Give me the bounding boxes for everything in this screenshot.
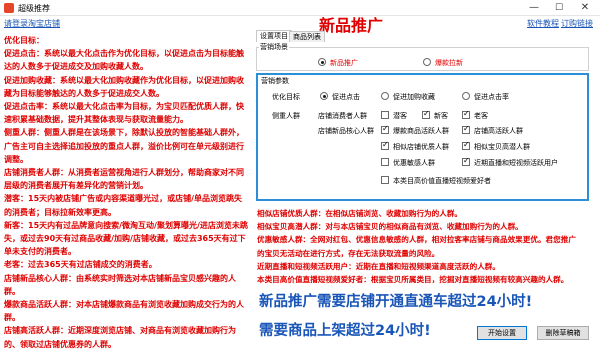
consumer-option-new-label: 新客 (434, 112, 448, 120)
note-paragraph: 近期直播和短视频活跃用户：近期在直播和短视频渠道高度活跃的人群。 (257, 261, 500, 271)
help-paragraph: 促进加购收藏：系统以最大化加购收藏作为优化目标，以促进加购收藏为目标能够触达的人… (4, 75, 244, 98)
tab-product-list[interactable]: 商品列表 (289, 31, 325, 42)
crowd-label: 侧重人群 (272, 112, 300, 120)
note-paragraph: 优惠敏感人群：全网对红包、优惠信息敏感的人群，相对拉客率店铺与商品效果更优。君您… (257, 235, 576, 245)
note-paragraph: 相似店铺优质人群：在相似店铺浏览、收藏加购行为的人群。 (257, 209, 463, 218)
goal-radio-ctr[interactable] (462, 92, 470, 100)
core-option-active-store-label: 店铺高活跃人群 (474, 127, 523, 135)
login-link[interactable]: 请登录淘宝店铺 (4, 18, 60, 29)
params-group-label: 营销参数 (260, 76, 290, 86)
core-checkbox-hot-items[interactable] (381, 124, 389, 134)
delete-draft-button[interactable]: 删除草稿箱 (537, 326, 589, 340)
scene-radio-hot[interactable] (423, 58, 431, 66)
help-paragraph: 新客：15天内有过品牌意向搜索/微淘互动/聚划算曝光/进店浏览未跳失，或过去90… (4, 220, 248, 257)
consumer-option-old-label: 老客 (474, 112, 488, 120)
page-heading: 新品推广 (319, 16, 384, 35)
scene-group (256, 47, 589, 71)
note-paragraph: 本类目高价值直播短视频爱好者：根据宝贝所属类目，挖掘对直播短视频有较高兴趣的人群… (257, 275, 569, 285)
help-paragraph: 优化目标： (4, 36, 44, 45)
help-paragraph: 爆款商品活跃人群：对本店铺爆款商品有浏览收藏加购成交行为的人群。 (4, 300, 244, 323)
core-checkbox-live-video[interactable] (462, 156, 470, 166)
subscribe-link[interactable]: 订购链接 (561, 18, 593, 29)
help-paragraph: 侧重人群：侧重人群是在该场景下，除默认投放的智能基础人群外，广告主可自主选择追加… (4, 128, 244, 164)
consumer-crowd-label: 店铺消费者人群 (318, 112, 367, 120)
tab-settings[interactable]: 设置项目 (256, 30, 292, 42)
start-setup-button[interactable]: 开始设置 (477, 326, 527, 340)
requirement-note-listing: 需要商品上架超过24小时! (259, 323, 431, 339)
help-paragraph: 店铺高活跃人群：近期深度浏览店铺、对商品有浏览收藏加购行为的、领取过店铺优惠券的… (4, 326, 236, 349)
right-help-text: 相似店铺优质人群：在相似店铺浏览、收藏加购行为的人群。 相似宝贝高潜人群：对与本… (257, 207, 597, 286)
goal-option-click-label: 促进点击 (332, 93, 360, 101)
help-paragraph: 促进点击率：系统以最大化点击率为目标，为宝贝匹配优质人群，快速积累基础数据，提升… (4, 102, 244, 125)
consumer-checkbox-new[interactable] (422, 109, 430, 119)
core-checkbox-active-store[interactable] (462, 124, 470, 134)
maximize-button[interactable]: ☐ (546, 1, 572, 15)
minimize-button[interactable]: — (521, 1, 547, 15)
core-checkbox-category-live[interactable] (381, 176, 389, 184)
core-option-similar-store-label: 相似店铺优质人群 (393, 143, 449, 151)
goal-label: 优化目标 (272, 93, 300, 101)
scene-option-hot-label: 爆款拉新 (435, 59, 463, 67)
app-icon (4, 3, 14, 13)
goal-radio-click[interactable] (320, 92, 328, 100)
core-option-hot-items-label: 爆款商品活跃人群 (393, 127, 449, 135)
core-checkbox-discount[interactable] (381, 158, 389, 166)
note-paragraph: 的宝贝无活动在进行方式，存在无法获取流量的风险。 (257, 248, 440, 258)
consumer-option-prospect-label: 潜客 (393, 112, 407, 120)
goal-option-cart-label: 促进加购收藏 (393, 93, 435, 101)
goal-radio-cart[interactable] (381, 92, 389, 100)
help-paragraph: 潜客：15天内被店铺广告或内容渠道曝光过，或店铺/单品浏览跳失的消费者；目标拉新… (4, 194, 243, 217)
core-crowd-label: 店铺新品核心人群 (318, 127, 374, 135)
note-paragraph: 相似宝贝高潜人群：对与本店铺宝贝的相似商品有浏览、收藏加购行为的人群。 (257, 222, 523, 232)
core-option-category-live-label: 本类目高价值直播短视频爱好者 (393, 177, 491, 185)
title-bar: 超级推荐 — ☐ ✕ (0, 0, 600, 16)
core-option-live-video-label: 近期直播和短视频活跃用户 (474, 159, 558, 167)
core-checkbox-similar-item[interactable] (462, 140, 470, 150)
software-tutorial-link[interactable]: 软件教程 (527, 18, 559, 29)
consumer-checkbox-old[interactable] (462, 109, 470, 119)
help-paragraph: 店铺新品核心人群：由系统实时筛选对本店铺新品宝贝感兴趣的人群。 (4, 273, 236, 296)
consumer-checkbox-prospect[interactable] (381, 111, 389, 119)
goal-option-ctr-label: 促进点击率 (474, 93, 509, 101)
help-paragraph: 店铺消费者人群：从消费者运营视角进行人群划分，帮助商家对不同层级的消费者展开有差… (4, 168, 244, 191)
window-title: 超级推荐 (18, 4, 50, 13)
core-option-discount-label: 优惠敏感人群 (393, 159, 435, 167)
scene-option-new-label: 新品推广 (330, 59, 358, 67)
core-checkbox-similar-store[interactable] (381, 140, 389, 150)
help-paragraph: 老客：过去365天有过店铺成交的消费者。 (4, 260, 157, 270)
core-option-similar-item-label: 相似宝贝高潜人群 (474, 143, 530, 151)
left-help-text: 优化目标： 促进点击：系统以最大化点击作为优化目标，以促进点击为目标能触达的人数… (4, 34, 250, 349)
close-button[interactable]: ✕ (572, 1, 598, 15)
requirement-note-store: 新品推广需要店铺开通直通车超过24小时! (259, 294, 533, 310)
scene-group-label: 营销场景 (259, 42, 289, 52)
scene-radio-new[interactable] (318, 58, 326, 66)
help-paragraph: 促进点击：系统以最大化点击作为优化目标，以促进点击为目标能触达的人数多于促进成交… (4, 49, 244, 72)
